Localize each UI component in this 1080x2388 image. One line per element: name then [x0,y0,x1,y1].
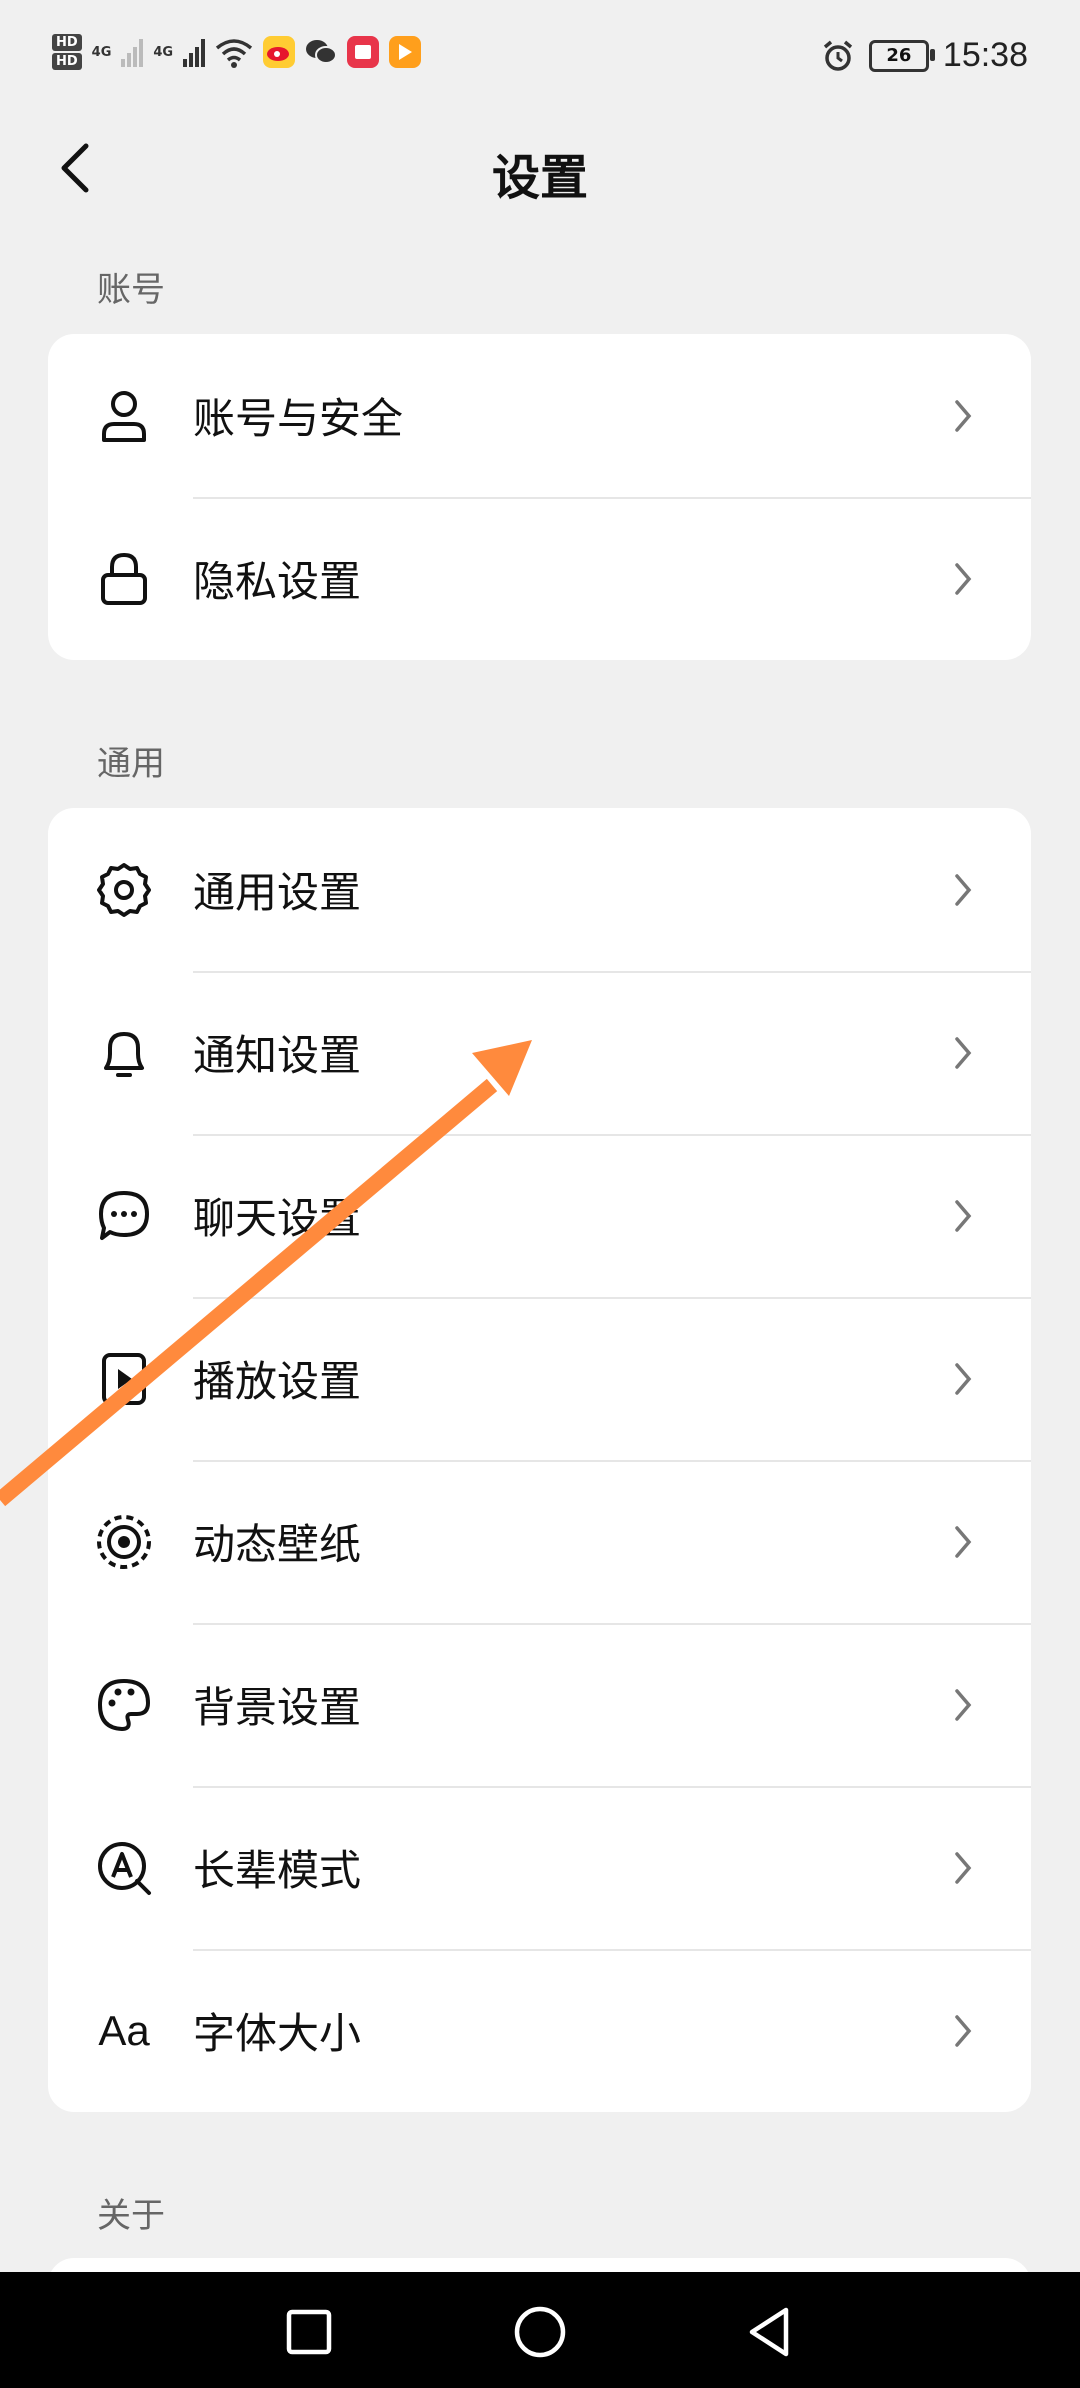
chevron-right-icon [955,562,972,595]
settings-item-elder-mode[interactable]: 长辈模式 [48,1786,1031,1949]
wifi-icon [215,39,253,68]
battery-icon: 26 [868,39,935,72]
settings-item-label: 账号与安全 [193,394,404,443]
settings-item-label: 播放设置 [193,1357,362,1406]
section-label-about: 关于 [97,2196,165,2236]
settings-item-label: 聊天设置 [193,1194,362,1243]
user-icon [94,386,154,446]
video-app-icon [389,36,422,68]
settings-item-label: 隐私设置 [193,557,362,606]
play-icon [94,1349,154,1409]
settings-item-font-size[interactable]: Aa 字体大小 [48,1949,1031,2112]
status-bar-left: HD HD 4G 4G [52,34,422,70]
account-card: 账号与安全 隐私设置 [48,334,1031,660]
settings-item-live-wallpaper[interactable]: 动态壁纸 [48,1460,1031,1623]
elder-mode-icon [94,1838,154,1898]
settings-item-label: 动态壁纸 [193,1520,362,1569]
signal-strength-icon [183,37,206,67]
settings-item-label: 背景设置 [193,1683,362,1732]
settings-item-label: 长辈模式 [193,1846,362,1895]
settings-item-label: 通知设置 [193,1031,362,1080]
settings-item-privacy[interactable]: 隐私设置 [48,497,1031,660]
header: 设置 [0,120,1080,220]
hd-badge-top: HD [52,34,82,51]
home-circle-icon[interactable] [510,2302,570,2362]
settings-item-label: 字体大小 [193,2009,362,2058]
hd-indicator: HD HD [52,34,82,70]
system-nav-bar [0,2272,1080,2388]
chevron-right-icon [955,399,972,432]
general-card: 通用设置 通知设置 聊天设置 播放设置 动态壁纸 背景设置 长辈模式 Aa 字体… [48,808,1031,2112]
chevron-right-icon [955,1525,972,1558]
settings-item-background[interactable]: 背景设置 [48,1623,1031,1786]
status-bar-right: 26 15:38 [821,36,1028,75]
chevron-right-icon [955,2014,972,2047]
settings-item-playback[interactable]: 播放设置 [48,1297,1031,1460]
settings-item-general[interactable]: 通用设置 [48,808,1031,971]
wechat-icon [305,36,338,68]
alarm-icon [823,40,853,71]
battery-level: 26 [886,45,912,66]
chevron-right-icon [955,873,972,906]
chevron-right-icon [955,1851,972,1884]
bell-icon [94,1023,154,1083]
clock: 15:38 [942,36,1028,74]
section-label-account: 账号 [97,270,165,310]
signal-strength-icon [121,37,144,67]
book-app-icon [347,36,380,68]
network-type-2: 4G [153,44,174,60]
chat-bubble-icon [94,1186,154,1246]
lock-icon [94,549,154,609]
settings-item-notifications[interactable]: 通知设置 [48,971,1031,1134]
chevron-right-icon [955,1199,972,1232]
live-wallpaper-icon [94,1512,154,1572]
chevron-right-icon [955,1362,972,1395]
chevron-right-icon [955,1688,972,1721]
recents-square-icon[interactable] [279,2302,339,2362]
section-label-general: 通用 [97,744,165,784]
settings-item-account-security[interactable]: 账号与安全 [48,334,1031,497]
palette-icon [94,1675,154,1735]
hd-badge-bottom: HD [52,53,82,70]
network-type-1: 4G [91,44,112,60]
back-triangle-icon[interactable] [740,2302,800,2362]
page-title: 设置 [491,150,588,206]
chevron-right-icon [955,1036,972,1069]
status-bar: HD HD 4G 4G 26 15:38 [0,0,1080,120]
settings-item-chat[interactable]: 聊天设置 [48,1134,1031,1297]
weibo-icon [263,36,296,68]
font-size-icon: Aa [98,2006,150,2054]
settings-item-label: 通用设置 [193,868,362,917]
gear-icon [94,860,154,920]
